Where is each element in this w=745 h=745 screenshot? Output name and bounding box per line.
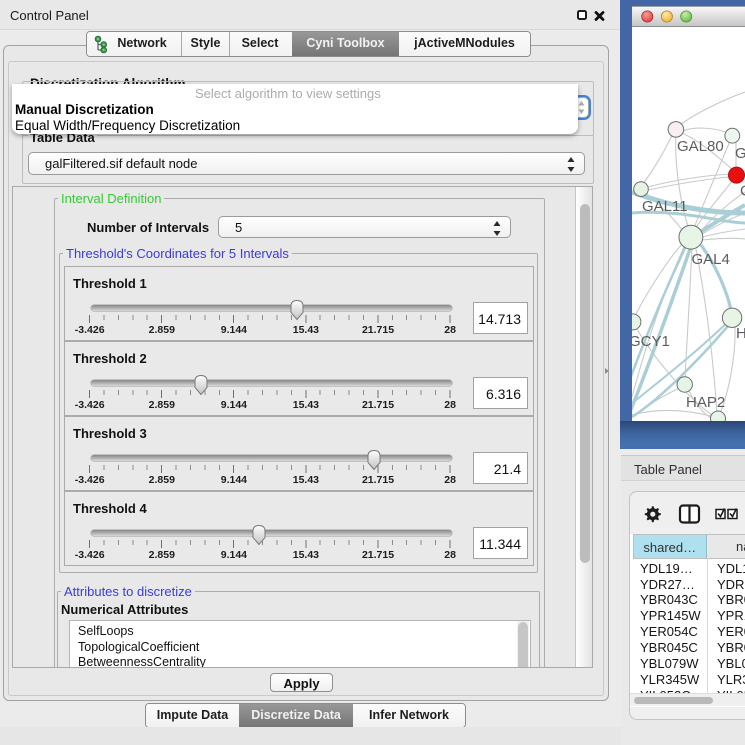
svg-text:GAL80: GAL80 (677, 138, 724, 155)
svg-text:HAP2: HAP2 (686, 394, 725, 411)
svg-text:CA: CA (740, 183, 745, 200)
svg-text:GA: GA (735, 145, 745, 162)
svg-text:GCY1: GCY1 (632, 333, 670, 350)
svg-text:GAL4: GAL4 (692, 251, 730, 268)
svg-text:GAL11: GAL11 (642, 198, 688, 215)
svg-text:H: H (736, 325, 745, 342)
